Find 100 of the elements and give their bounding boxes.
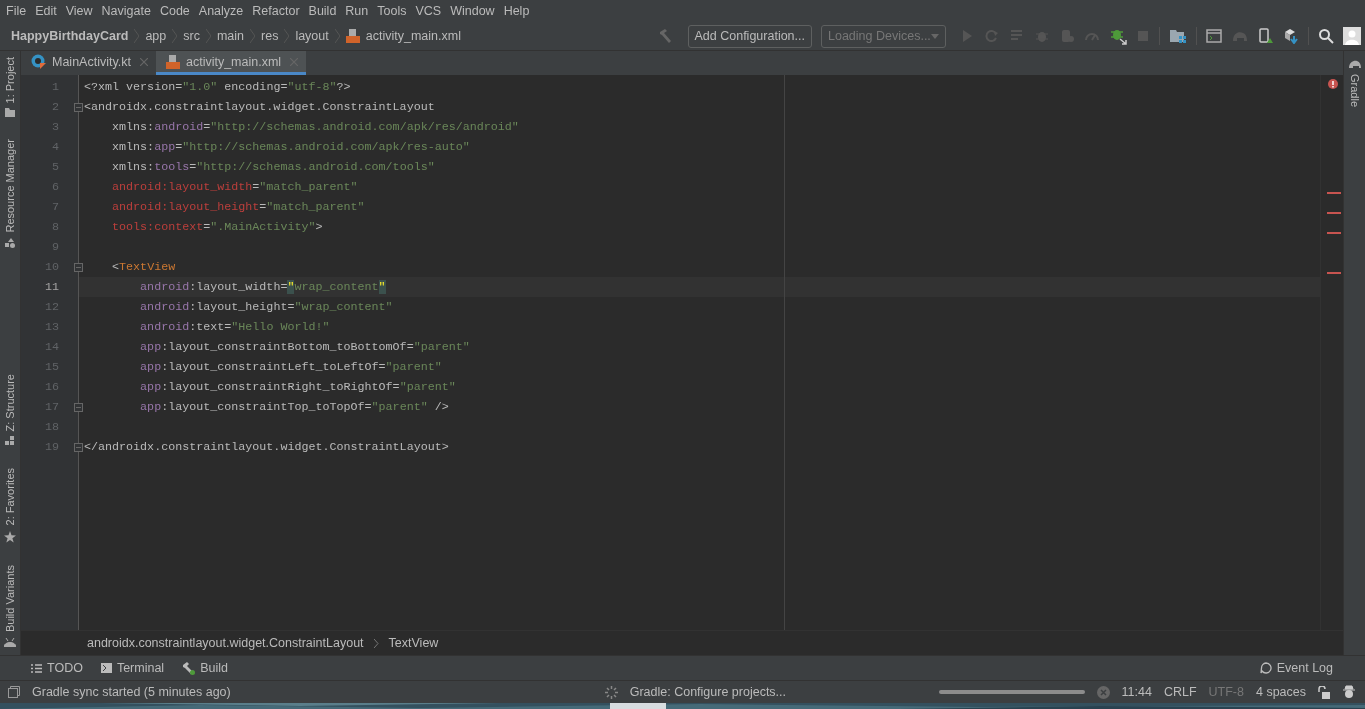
error-icon[interactable] (1328, 79, 1338, 89)
fold-marker-icon[interactable] (74, 443, 83, 452)
fold-marker-icon[interactable] (74, 403, 83, 412)
code-line: app:layout_constraintTop_toTopOf="parent" /> (139, 399, 449, 416)
tool-window-tab[interactable]: Z: Structure (0, 374, 20, 447)
menu-item[interactable]: Navigate (97, 4, 156, 18)
shapes-icon (5, 238, 15, 249)
breadcrumb-item[interactable]: HappyBirthdayCard (11, 29, 129, 43)
menu-item[interactable]: Build (304, 4, 342, 18)
debug-icon[interactable] (1109, 27, 1127, 45)
breadcrumb-item[interactable]: layout (295, 29, 329, 43)
menu-item[interactable]: Window (446, 4, 500, 18)
list-icon (31, 663, 42, 673)
avatar-icon[interactable] (1343, 27, 1361, 45)
code-line: xmlns:app="http://schemas.android.com/apk/res-auto" (111, 139, 470, 156)
menu-item[interactable]: VCS (411, 4, 447, 18)
code-line: android:layout_width="match_parent" (111, 179, 358, 196)
line-number: 11 (44, 279, 59, 296)
code-line: app:layout_constraintBottom_toBottomOf="parent" (139, 339, 470, 356)
hammer-icon (182, 661, 196, 675)
chevron-icon (134, 29, 140, 43)
error-stripe-mark[interactable] (1327, 192, 1341, 194)
window-icon[interactable] (1206, 28, 1222, 44)
speech-bubble-icon (1259, 662, 1272, 674)
code-line: <androidx.constraintlayout.widget.ConstraintLayout (84, 99, 435, 116)
android-icon (4, 637, 16, 647)
fold-marker-icon[interactable] (74, 263, 83, 272)
menu-item[interactable]: File (2, 4, 32, 18)
fold-marker-icon[interactable] (74, 103, 83, 112)
close-icon[interactable] (139, 57, 148, 66)
code-line: android:text="Hello World!" (139, 319, 330, 336)
editor-tab[interactable]: activity_main.xml (155, 51, 307, 75)
tool-window-tab[interactable]: 2: Favorites (0, 468, 20, 543)
elephant-icon[interactable] (1231, 29, 1249, 43)
chevron-icon (284, 29, 290, 43)
xml-file-icon (165, 54, 180, 69)
menu-item[interactable]: Analyze (194, 4, 249, 18)
tool-window-tab[interactable]: Terminal (100, 661, 165, 675)
error-stripe-mark[interactable] (1327, 272, 1341, 274)
editor-tab[interactable]: MainActivity.kt (21, 51, 156, 75)
breadcrumb-item[interactable]: app (145, 29, 167, 43)
unlocked-padlock-icon[interactable] (1318, 685, 1330, 699)
breadcrumb-item[interactable]: res (261, 29, 279, 43)
tool-window-tab[interactable]: Build Variants (0, 564, 20, 647)
chevron-icon (205, 29, 211, 43)
menu-item[interactable]: Tools (373, 4, 412, 18)
code-line: android:layout_width="wrap_content" (139, 279, 386, 296)
line-separator[interactable]: CRLF (1163, 685, 1197, 699)
caret-position[interactable]: 11:44 (1121, 685, 1152, 699)
breadcrumb-item[interactable]: androidx.constraintlayout.widget.ConstraintLayout (87, 636, 364, 650)
project-structure-icon[interactable] (1169, 28, 1187, 44)
code-line: android:layout_height="wrap_content" (139, 299, 393, 316)
chevron-icon (373, 638, 379, 648)
profile-icon[interactable] (1059, 28, 1075, 44)
breadcrumb-item[interactable]: TextView (388, 636, 439, 650)
breadcrumb-item[interactable]: activity_main.xml (365, 29, 461, 43)
tool-window-tab[interactable]: Resource Manager (0, 139, 20, 249)
cancel-icon[interactable] (1096, 685, 1110, 699)
code-line: tools:context=".MainActivity"> (111, 219, 323, 236)
tool-window-tab[interactable]: TODO (31, 661, 83, 675)
spinner-icon (604, 685, 618, 699)
chevron-icon (334, 29, 340, 43)
kotlin-file-icon (31, 54, 46, 69)
folder-icon (5, 108, 15, 118)
indent-setting[interactable]: 4 spaces (1255, 685, 1306, 699)
device-download-icon[interactable] (1258, 28, 1274, 44)
breadcrumb-item[interactable]: src (183, 29, 200, 43)
code-line: app:layout_constraintLeft_toLeftOf="parent" (139, 359, 442, 376)
menu-item[interactable]: Edit (31, 4, 62, 18)
status-message: Gradle sync started (5 minutes ago) (32, 685, 231, 699)
add-configuration-button[interactable]: Add Configuration... (687, 24, 812, 48)
panel-toggle-icon[interactable] (8, 686, 20, 698)
tool-window-tab[interactable]: Gradle (1344, 51, 1365, 108)
error-stripe-mark[interactable] (1327, 212, 1341, 214)
tool-window-tab[interactable]: 1: Project (0, 57, 20, 118)
menu-item[interactable]: Refactor (248, 4, 305, 18)
code-line: <?xml version="1.0" encoding="utf-8"?> (84, 79, 351, 96)
menu-item[interactable]: View (61, 4, 98, 18)
stop-icon[interactable] (1136, 29, 1150, 43)
menu-item[interactable]: Code (155, 4, 195, 18)
error-stripe-mark[interactable] (1327, 232, 1341, 234)
code-line: android:layout_height="match_parent" (111, 199, 365, 216)
rerun-icon[interactable] (984, 28, 1000, 44)
background-task-label[interactable]: Gradle: Configure projects... (629, 685, 787, 699)
star-icon (4, 530, 16, 543)
code-line: <TextView (111, 259, 176, 276)
search-icon[interactable] (1318, 28, 1334, 44)
event-log-tab[interactable]: Event Log (1259, 661, 1333, 675)
menu-item[interactable]: Help (499, 4, 535, 18)
elephant-icon (1347, 59, 1362, 69)
code-line: xmlns:android="http://schemas.android.com/apk/res/android" (111, 119, 519, 136)
package-icon[interactable] (1283, 28, 1299, 44)
breadcrumb-item[interactable]: main (216, 29, 244, 43)
caret-icon (931, 33, 939, 39)
chevron-icon (172, 29, 178, 43)
menu-item[interactable]: Run (341, 4, 374, 18)
chevron-icon (250, 29, 255, 43)
structure-icon (5, 436, 15, 447)
code-line: app:layout_constraintRight_toRightOf="parent" (139, 379, 456, 396)
tool-window-tab[interactable]: Build (182, 661, 228, 675)
